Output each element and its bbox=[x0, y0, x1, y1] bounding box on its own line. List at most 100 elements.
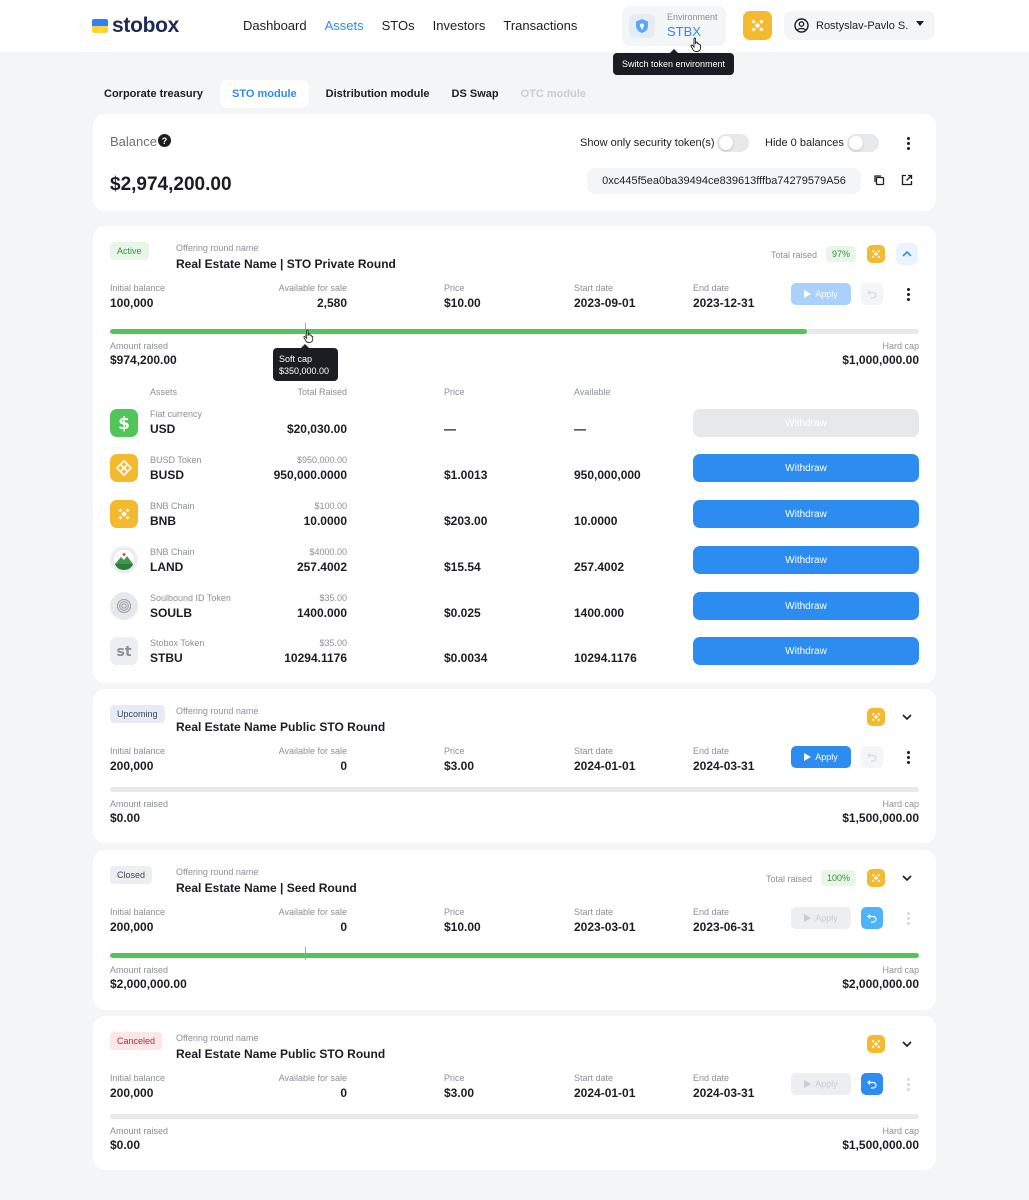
nav-transactions[interactable]: Transactions bbox=[503, 18, 577, 33]
end-date-label: End date bbox=[693, 283, 730, 293]
user-menu[interactable]: Rostyslav-Pavlo S. bbox=[784, 11, 935, 40]
price-value: $10.00 bbox=[444, 296, 481, 310]
environment-label: Environment bbox=[667, 12, 718, 22]
funding-progress-bar bbox=[110, 1114, 919, 1119]
withdraw-button-land[interactable]: Withdraw bbox=[693, 546, 919, 574]
sto-round-card-active: Active Offering round name Real Estate N… bbox=[93, 226, 936, 683]
expand-chevron-down-icon[interactable] bbox=[896, 1033, 918, 1055]
undo-button[interactable] bbox=[861, 283, 883, 305]
nav-dashboard[interactable]: Dashboard bbox=[243, 18, 307, 33]
hard-cap-value: $1,500,000.00 bbox=[842, 1138, 919, 1152]
withdraw-button-bnb[interactable]: Withdraw bbox=[693, 500, 919, 528]
tab-otc-module: OTC module bbox=[520, 88, 586, 100]
initial-balance-value: 200,000 bbox=[110, 759, 154, 773]
undo-icon bbox=[867, 914, 877, 923]
asset-total-raised: 1400.000 bbox=[296, 606, 347, 620]
user-name: Rostyslav-Pavlo S. bbox=[816, 19, 909, 32]
security-toggle-label: Show only security token(s) bbox=[580, 137, 715, 149]
available-label: Available for sale bbox=[278, 746, 347, 756]
asset-available: 950,000,000 bbox=[574, 468, 641, 482]
undo-button[interactable] bbox=[861, 907, 883, 929]
apply-label: Apply bbox=[815, 752, 838, 762]
amount-raised-value: $0.00 bbox=[110, 1138, 141, 1152]
total-raised-label: Total raised bbox=[766, 874, 813, 884]
environment-switcher[interactable]: Environment STBX bbox=[622, 6, 726, 46]
apply-button[interactable]: Apply bbox=[791, 283, 851, 305]
stobox-logo[interactable]: stobox bbox=[92, 14, 179, 38]
amount-raised-label: Amount raised bbox=[110, 341, 169, 351]
external-link-icon[interactable] bbox=[896, 169, 918, 191]
amount-raised-label: Amount raised bbox=[110, 1126, 169, 1136]
price-value: $3.00 bbox=[444, 1086, 475, 1100]
help-icon[interactable]: ? bbox=[158, 134, 171, 147]
round-more-icon[interactable] bbox=[897, 283, 919, 305]
progress-fill bbox=[110, 329, 808, 334]
nav-investors[interactable]: Investors bbox=[433, 18, 486, 33]
asset-symbol: LAND bbox=[150, 560, 184, 574]
withdraw-button-soulb[interactable]: Withdraw bbox=[693, 592, 919, 620]
undo-icon bbox=[867, 753, 877, 762]
more-options-icon[interactable] bbox=[897, 132, 919, 154]
balance-title: Balance bbox=[110, 134, 157, 149]
end-date-label: End date bbox=[693, 1073, 730, 1083]
apply-button[interactable]: Apply bbox=[791, 746, 851, 768]
zero-balance-toggle-label: Hide 0 balances bbox=[765, 137, 844, 149]
round-name: Real Estate Name | Seed Round bbox=[176, 881, 357, 895]
initial-balance-label: Initial balance bbox=[110, 907, 166, 917]
zero-balance-toggle[interactable] bbox=[847, 134, 879, 152]
start-date-value: 2023-03-01 bbox=[574, 920, 636, 934]
apply-label: Apply bbox=[815, 913, 838, 923]
tab-sto-module[interactable]: STO module bbox=[220, 80, 309, 108]
balance-amount: $2,974,200.00 bbox=[110, 174, 232, 195]
copy-icon[interactable] bbox=[868, 169, 890, 191]
asset-available: 10294.1176 bbox=[574, 651, 637, 665]
bnb-icon bbox=[867, 869, 885, 887]
offering-round-label: Offering round name bbox=[176, 243, 259, 253]
undo-button[interactable] bbox=[861, 746, 883, 768]
amount-raised-value: $0.00 bbox=[110, 811, 141, 825]
offering-round-label: Offering round name bbox=[176, 706, 259, 716]
price-col-header: Price bbox=[444, 387, 465, 397]
asset-total-raised: $20,030.00 bbox=[286, 422, 347, 436]
undo-button[interactable] bbox=[861, 1073, 883, 1095]
price-label: Price bbox=[444, 746, 465, 756]
expand-chevron-down-icon[interactable] bbox=[896, 706, 918, 728]
nav-assets[interactable]: Assets bbox=[325, 18, 364, 33]
environment-tooltip: Switch token environment bbox=[613, 49, 734, 75]
withdraw-button-usd[interactable]: Withdraw bbox=[693, 409, 919, 437]
tab-ds-swap[interactable]: DS Swap bbox=[441, 80, 510, 108]
asset-usd-value: $100.00 bbox=[314, 501, 347, 511]
asset-type: Fiat currency bbox=[150, 409, 203, 419]
round-more-icon[interactable] bbox=[897, 746, 919, 768]
svg-text:$: $ bbox=[118, 414, 130, 432]
funding-progress-bar bbox=[110, 329, 919, 334]
collapse-chevron-up-icon[interactable] bbox=[896, 243, 918, 265]
available-label: Available for sale bbox=[278, 1073, 347, 1083]
security-toggle[interactable] bbox=[717, 134, 749, 152]
caret-down-icon bbox=[916, 21, 924, 26]
start-date-value: 2024-01-01 bbox=[574, 759, 636, 773]
tab-distribution-module[interactable]: Distribution module bbox=[315, 80, 441, 108]
play-icon bbox=[804, 753, 812, 761]
asset-usd-value: $35.00 bbox=[319, 638, 347, 648]
bnb-icon bbox=[867, 245, 885, 263]
bnb-network-icon[interactable] bbox=[743, 11, 772, 40]
module-tabs: Corporate treasury STO module Distributi… bbox=[93, 80, 597, 108]
round-name: Real Estate Name Public STO Round bbox=[176, 720, 386, 734]
asset-total-raised: 257.4002 bbox=[296, 560, 347, 574]
asset-symbol: BNB bbox=[150, 514, 176, 528]
nav-stos[interactable]: STOs bbox=[382, 18, 415, 33]
soft-cap-marker[interactable] bbox=[305, 947, 306, 960]
assets-col-header: Assets bbox=[150, 387, 178, 397]
round-more-icon bbox=[897, 1073, 919, 1095]
end-date-label: End date bbox=[693, 746, 730, 756]
undo-icon bbox=[867, 1080, 877, 1089]
hard-cap-label: Hard cap bbox=[882, 799, 919, 809]
tab-corporate-treasury[interactable]: Corporate treasury bbox=[93, 80, 214, 108]
withdraw-button-busd[interactable]: Withdraw bbox=[693, 454, 919, 482]
withdraw-button-stbu[interactable]: Withdraw bbox=[693, 637, 919, 665]
price-value: $10.00 bbox=[444, 920, 481, 934]
expand-chevron-down-icon[interactable] bbox=[896, 867, 918, 889]
available-col-header: Available bbox=[574, 387, 611, 397]
available-label: Available for sale bbox=[278, 907, 347, 917]
